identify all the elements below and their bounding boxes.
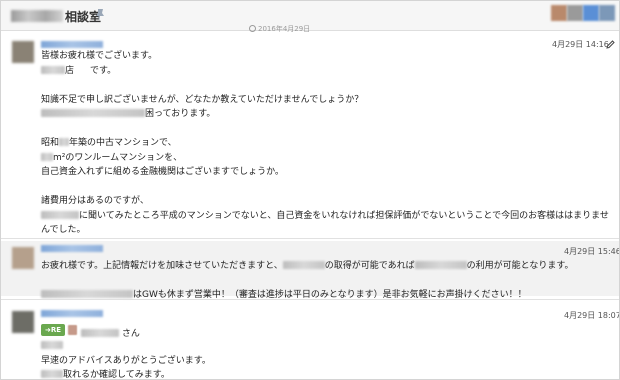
avatar[interactable] xyxy=(12,41,34,63)
member-avatar[interactable] xyxy=(551,5,567,21)
message: 4月29日 14:16 皆様お疲れ様でございます。店です。 知識不足で申し訳ござい… xyxy=(1,36,619,264)
message-line: に聞いてみたところ平成のマンションでないと、自己資金をいれなければ担保評価がでな… xyxy=(41,209,609,224)
timestamp: 4月29日 15:46 xyxy=(564,247,620,256)
message-text: 早速のアドバイスありがとうございます。 xyxy=(41,355,211,366)
timestamp: 4月29日 18:07 xyxy=(564,311,620,320)
avatar[interactable] xyxy=(12,247,34,269)
message-body: 早速のアドバイスありがとうございます。取れるか確認してみます。 xyxy=(41,339,601,380)
message-text: の取得が可能であれば xyxy=(324,261,415,271)
message-text: お疲れ様です。上記情報だけを加味させていただきますと、 xyxy=(41,261,283,271)
message-line xyxy=(41,122,601,137)
message-text: 店 xyxy=(65,65,75,76)
room-name-redacted xyxy=(11,10,63,22)
message-line xyxy=(41,78,601,93)
message-line: 皆様お疲れ様でございます。 xyxy=(41,49,601,64)
sender-name-redacted[interactable] xyxy=(41,310,103,317)
member-avatar[interactable] xyxy=(567,5,583,21)
message-line: 昭和 年築の中古マンションで、 xyxy=(41,136,601,151)
message-line: んでした。 xyxy=(41,223,601,238)
divider xyxy=(1,299,619,300)
reply-target: さん xyxy=(81,326,140,339)
message-text: 自己資金入れずに組める金融機関はございますでしょうか。 xyxy=(41,167,284,177)
message-text: 昭和 xyxy=(41,138,60,148)
divider xyxy=(1,238,619,239)
message-text: 年築の中古マンションで、 xyxy=(69,138,177,148)
redacted-text xyxy=(414,261,467,269)
message-line: 店 です。 xyxy=(41,64,601,79)
redacted-text xyxy=(41,109,145,117)
message-line: 知識不足で申し訳ございませんが、どなたか教えていただけませんでしょうか？ xyxy=(41,93,601,108)
message-text: m²のワンルームマンションを、 xyxy=(53,152,183,163)
chat-window: 相談室 2016年4月29日 4月29日 14:16 皆様お疲れ様でございます。… xyxy=(0,0,620,380)
redacted-text xyxy=(59,138,70,146)
member-avatar[interactable] xyxy=(583,5,599,21)
message-line: 取れるか確認してみます。 xyxy=(41,368,601,380)
message-text: んでした。 xyxy=(41,225,86,235)
redacted-text xyxy=(41,65,65,74)
reply-target-avatar[interactable] xyxy=(68,325,77,335)
avatar[interactable] xyxy=(12,311,34,333)
redacted-text xyxy=(282,261,325,269)
message-line: 困っております。 xyxy=(41,107,601,122)
reply-badge[interactable]: ➜RE xyxy=(41,324,66,336)
message-line: お疲れ様です。上記情報だけを加味させていただきますと、 の取得が可能であれば の利用… xyxy=(41,259,601,274)
redacted-text xyxy=(41,370,63,378)
edit-icon[interactable] xyxy=(606,40,615,49)
pin-icon[interactable] xyxy=(94,8,106,22)
sender-name-redacted[interactable] xyxy=(41,245,103,252)
message-text: 皆様お疲れ様でございます。 xyxy=(41,51,158,61)
message-text: 困っております。 xyxy=(145,109,216,119)
room-header: 相談室 xyxy=(1,1,619,31)
message-line: 自己資金入れずに組める金融機関はございますでしょうか。 xyxy=(41,165,601,180)
message: 4月29日 18:07 ➜RE さん 早速のアドバイスありがとうございます。取れ… xyxy=(1,302,620,380)
date-divider: 2016年4月29日 xyxy=(249,24,310,34)
message: 4月29日 15:46 お疲れ様です。上記情報だけを加味させていただきますと、 の… xyxy=(1,241,620,300)
member-avatar[interactable] xyxy=(599,5,615,21)
message-text: 知識不足で申し訳ございませんが、どなたか教えていただけませんでしょうか？ xyxy=(41,94,364,105)
redacted-text xyxy=(41,290,133,298)
redacted-text xyxy=(41,341,63,349)
redacted-text xyxy=(41,152,53,161)
message-line: はGWも休まず営業中！（審査は進捗は平日のみとなります）是非お気軽にお声掛けくだ… xyxy=(41,288,601,303)
message-line: m²のワンルームマンションを、 xyxy=(41,151,601,166)
reply-target-redacted xyxy=(81,329,119,337)
message-text: 取れるか確認してみます。 xyxy=(63,370,170,380)
message-line: 諸費用分はあるのですが、 xyxy=(41,194,601,209)
message-text: 諸費用分はあるのですが、 xyxy=(41,196,149,206)
message-text: です。 xyxy=(90,65,117,76)
message-line xyxy=(41,339,601,354)
redacted-text xyxy=(41,210,79,219)
message-text: の利用が可能となります。 xyxy=(466,261,574,271)
message-line: 早速のアドバイスありがとうございます。 xyxy=(41,354,601,369)
message-line xyxy=(41,180,601,195)
message-body: お疲れ様です。上記情報だけを加味させていただきますと、 の取得が可能であれば の利用… xyxy=(41,259,601,303)
member-avatars xyxy=(551,5,619,27)
message-text: に聞いてみたところ平成のマンションでないと、自己資金をいれなければ担保評価がでな… xyxy=(79,210,609,221)
message-line xyxy=(41,274,601,289)
clock-icon xyxy=(249,25,256,32)
sender-name-redacted[interactable] xyxy=(41,41,103,48)
message-body: 皆様お疲れ様でございます。店 です。知識不足で申し訳ございませんが、どなたか教えて… xyxy=(41,49,609,267)
